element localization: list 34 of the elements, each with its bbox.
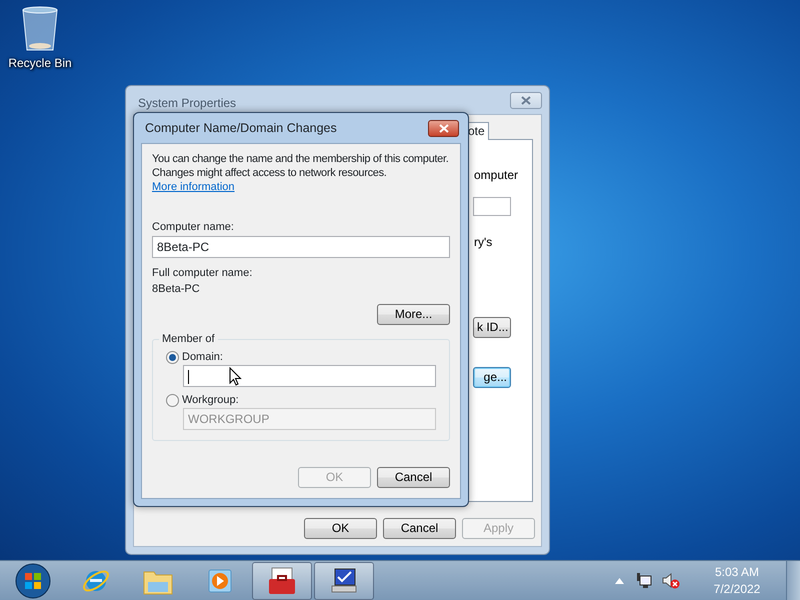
media-player-icon[interactable] bbox=[206, 566, 234, 594]
more-information-link[interactable]: More information bbox=[152, 180, 235, 194]
volume-icon[interactable] bbox=[662, 572, 680, 588]
network-icon[interactable] bbox=[636, 572, 652, 588]
radio-label: Workgroup: bbox=[182, 393, 239, 407]
close-icon bbox=[521, 96, 531, 105]
intro-text: You can change the name and the membership of this computer. Changes might affect access to network resources. bbox=[152, 152, 450, 180]
more-button[interactable]: More... bbox=[377, 304, 450, 325]
field-label: Computer name: bbox=[152, 220, 235, 234]
close-button[interactable] bbox=[428, 120, 459, 136]
show-hidden-icons-icon[interactable] bbox=[615, 578, 624, 584]
text-field[interactable] bbox=[473, 197, 511, 216]
recycle-bin-icon[interactable] bbox=[20, 6, 60, 52]
button[interactable]: OK bbox=[304, 518, 377, 539]
mouse-pointer-icon bbox=[229, 367, 242, 386]
button[interactable]: k ID... bbox=[473, 317, 511, 338]
body-text: omputer bbox=[474, 167, 518, 184]
close-icon bbox=[438, 124, 448, 132]
radio-label: Domain: bbox=[182, 350, 223, 364]
toolbox-icon[interactable] bbox=[266, 566, 298, 596]
computer-name-field[interactable]: 8Beta-PC bbox=[152, 236, 450, 258]
button[interactable]: ge... bbox=[473, 367, 511, 388]
desktop-icon-label[interactable]: Recycle Bin bbox=[4, 54, 76, 72]
text-field[interactable] bbox=[183, 365, 436, 387]
button[interactable]: Cancel bbox=[383, 518, 456, 539]
body-text: ry's bbox=[474, 234, 492, 251]
start-orb-icon[interactable] bbox=[15, 562, 51, 598]
radio-button[interactable] bbox=[166, 350, 179, 364]
field-label: Full computer name: bbox=[152, 266, 254, 280]
window-title: System Properties bbox=[138, 95, 236, 112]
show-desktop-button[interactable] bbox=[786, 560, 800, 600]
full-name-text: 8Beta-PC bbox=[152, 282, 201, 296]
button[interactable]: Cancel bbox=[377, 467, 450, 488]
dialog-title: Computer Name/Domain Changes bbox=[145, 120, 337, 137]
